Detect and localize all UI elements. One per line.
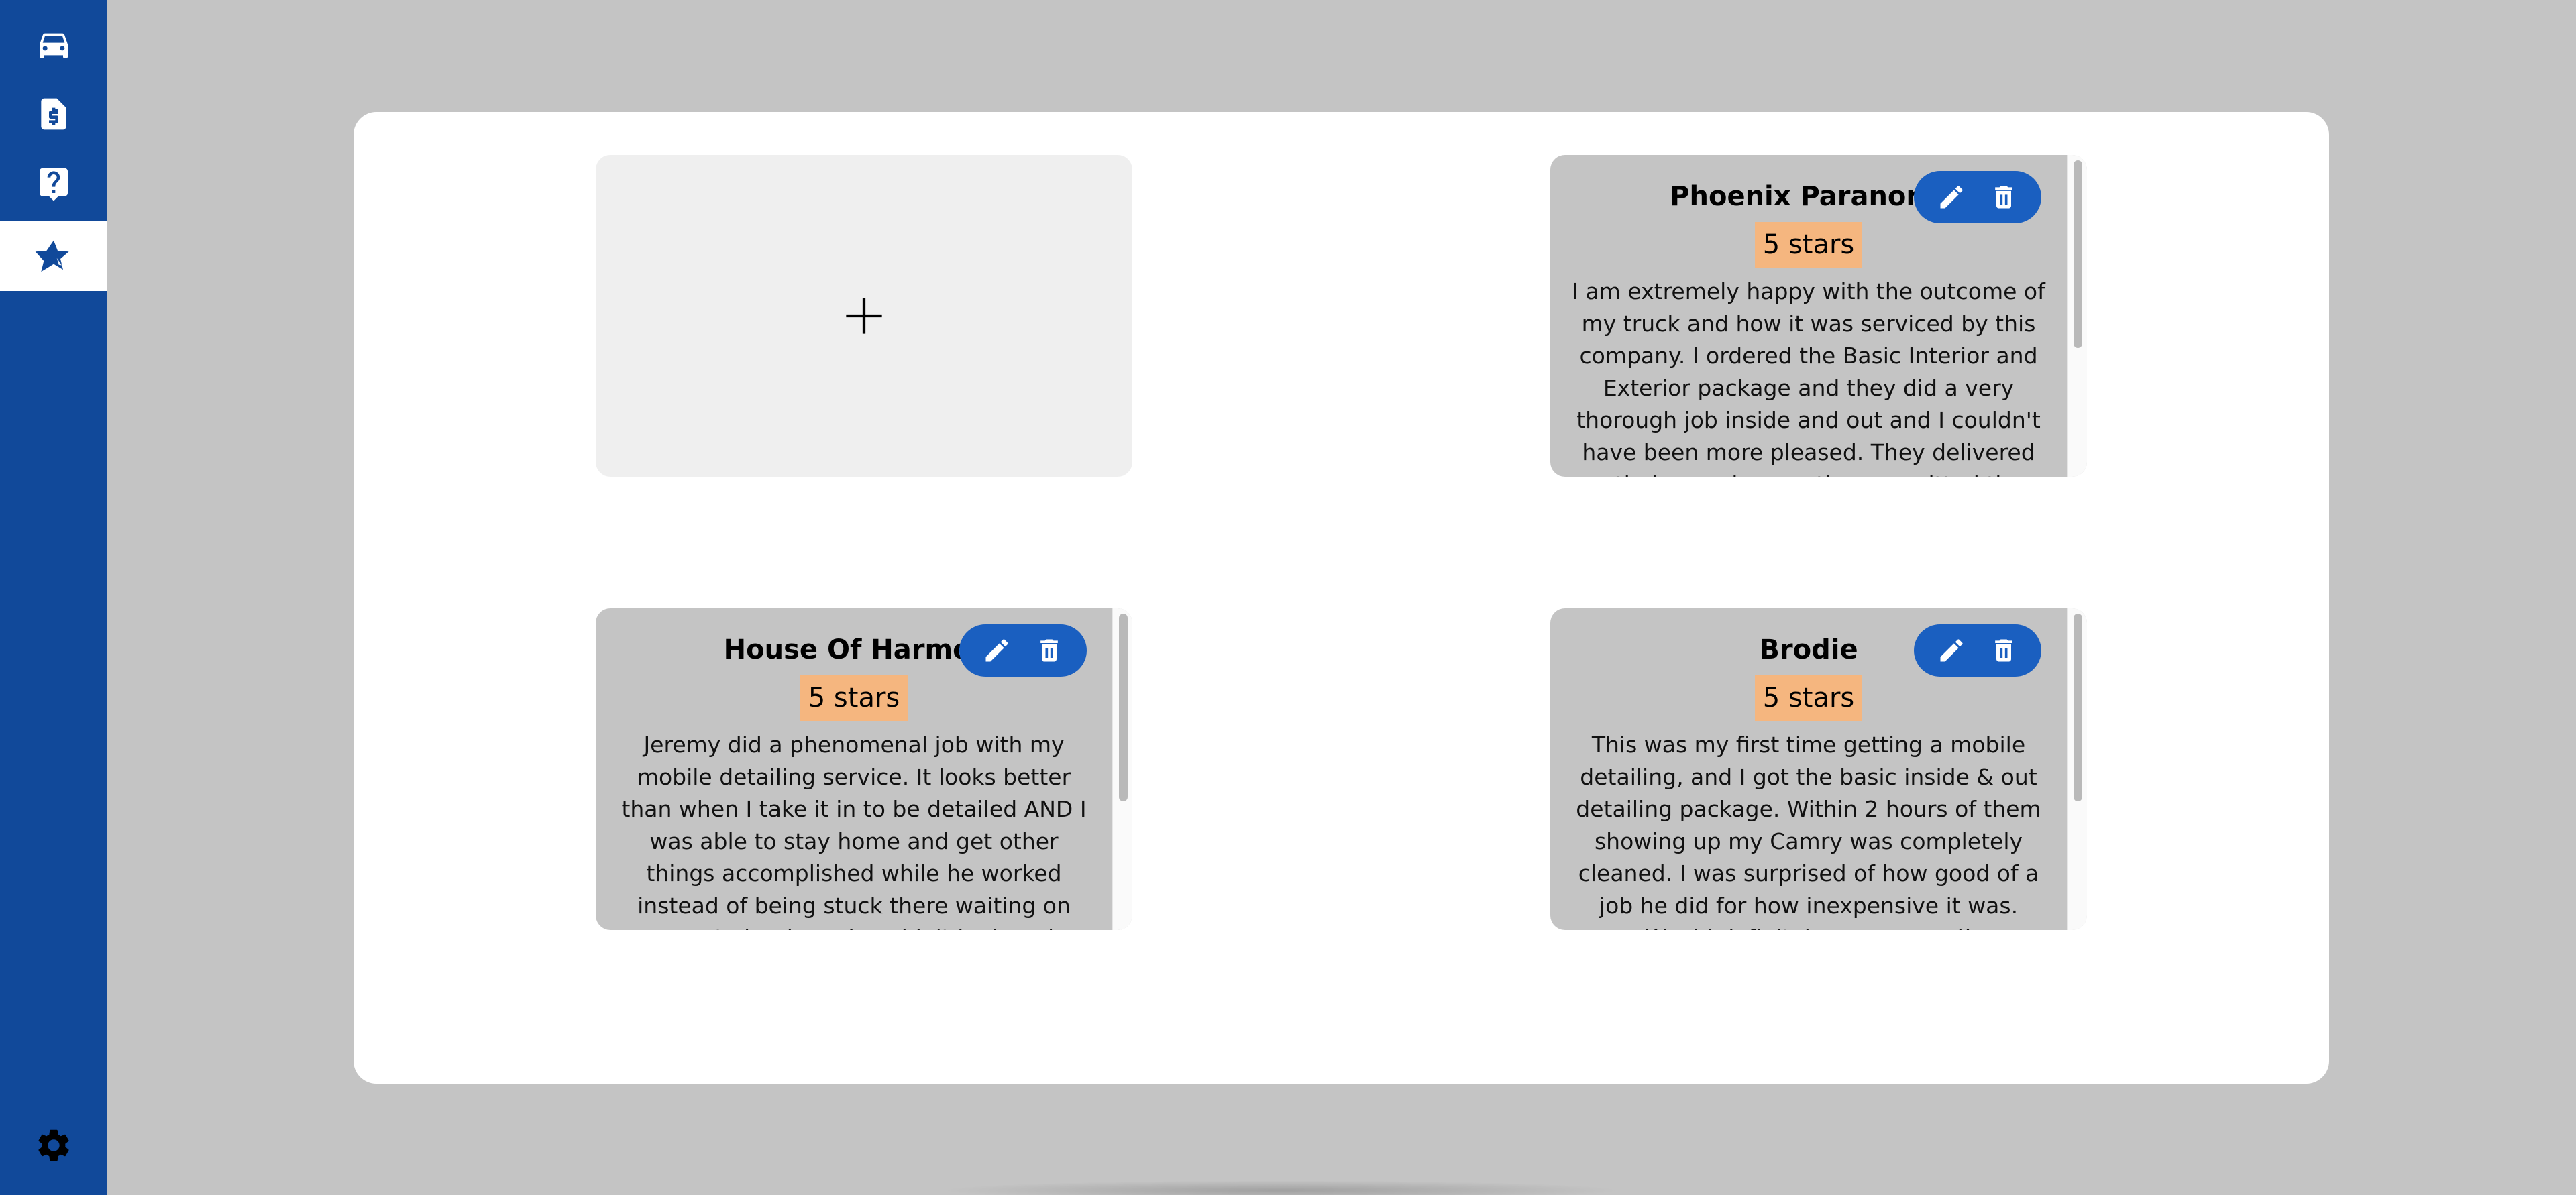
- scrollbar-thumb[interactable]: [1119, 614, 1128, 801]
- edit-button[interactable]: [982, 636, 1012, 665]
- pencil-icon: [985, 639, 1008, 662]
- review-actions: [1914, 624, 2041, 677]
- reviews-star-icon: [35, 240, 69, 272]
- scrollbar[interactable]: [2067, 608, 2087, 930]
- review-text: This was my first time getting a mobile …: [1576, 732, 2041, 930]
- review-actions: [959, 624, 1087, 677]
- review-text: I am extremely happy with the outcome of…: [1572, 278, 2045, 477]
- rating-badge: 5 stars: [1754, 222, 1863, 268]
- delete-button[interactable]: [1034, 636, 1064, 665]
- pencil-icon: [1940, 639, 1963, 662]
- invoice-icon: [41, 98, 66, 130]
- review-card: House Of Harmor 5 stars Jeremy did a phe…: [596, 608, 1132, 930]
- rating-badge: 5 stars: [800, 675, 908, 721]
- add-review-card[interactable]: [596, 155, 1132, 477]
- trash-icon: [1995, 186, 2012, 209]
- edit-button[interactable]: [1937, 636, 1966, 665]
- gear-icon: [38, 1129, 69, 1161]
- review-actions: [1914, 171, 2041, 223]
- review-card: Phoenix Paranorm 5 stars I am extremely …: [1550, 155, 2087, 477]
- bottom-shadow: [939, 1180, 1623, 1195]
- sidebar: [0, 0, 107, 1195]
- settings-button[interactable]: [0, 1111, 107, 1180]
- car-icon: [40, 33, 68, 58]
- scrollbar[interactable]: [2067, 155, 2087, 477]
- rating-badge: 5 stars: [1754, 675, 1863, 721]
- sidebar-item-reviews[interactable]: [0, 221, 107, 291]
- pencil-icon: [1940, 186, 1963, 209]
- sidebar-item-invoices[interactable]: [0, 79, 107, 149]
- trash-icon: [1995, 639, 2012, 662]
- delete-button[interactable]: [1989, 182, 2019, 212]
- review-card: Brodie 5 stars This was my first time ge…: [1550, 608, 2087, 930]
- delete-button[interactable]: [1989, 636, 2019, 665]
- trash-icon: [1040, 639, 1058, 662]
- plus-icon: [846, 298, 882, 334]
- edit-button[interactable]: [1937, 182, 1966, 212]
- review-text: Jeremy did a phenomenal job with my mobi…: [621, 732, 1087, 930]
- scrollbar-thumb[interactable]: [2074, 614, 2082, 801]
- scrollbar[interactable]: [1112, 608, 1132, 930]
- help-icon: [40, 168, 68, 201]
- sidebar-item-help[interactable]: [0, 149, 107, 219]
- scrollbar-thumb[interactable]: [2074, 160, 2082, 348]
- sidebar-item-vehicles[interactable]: [0, 9, 107, 79]
